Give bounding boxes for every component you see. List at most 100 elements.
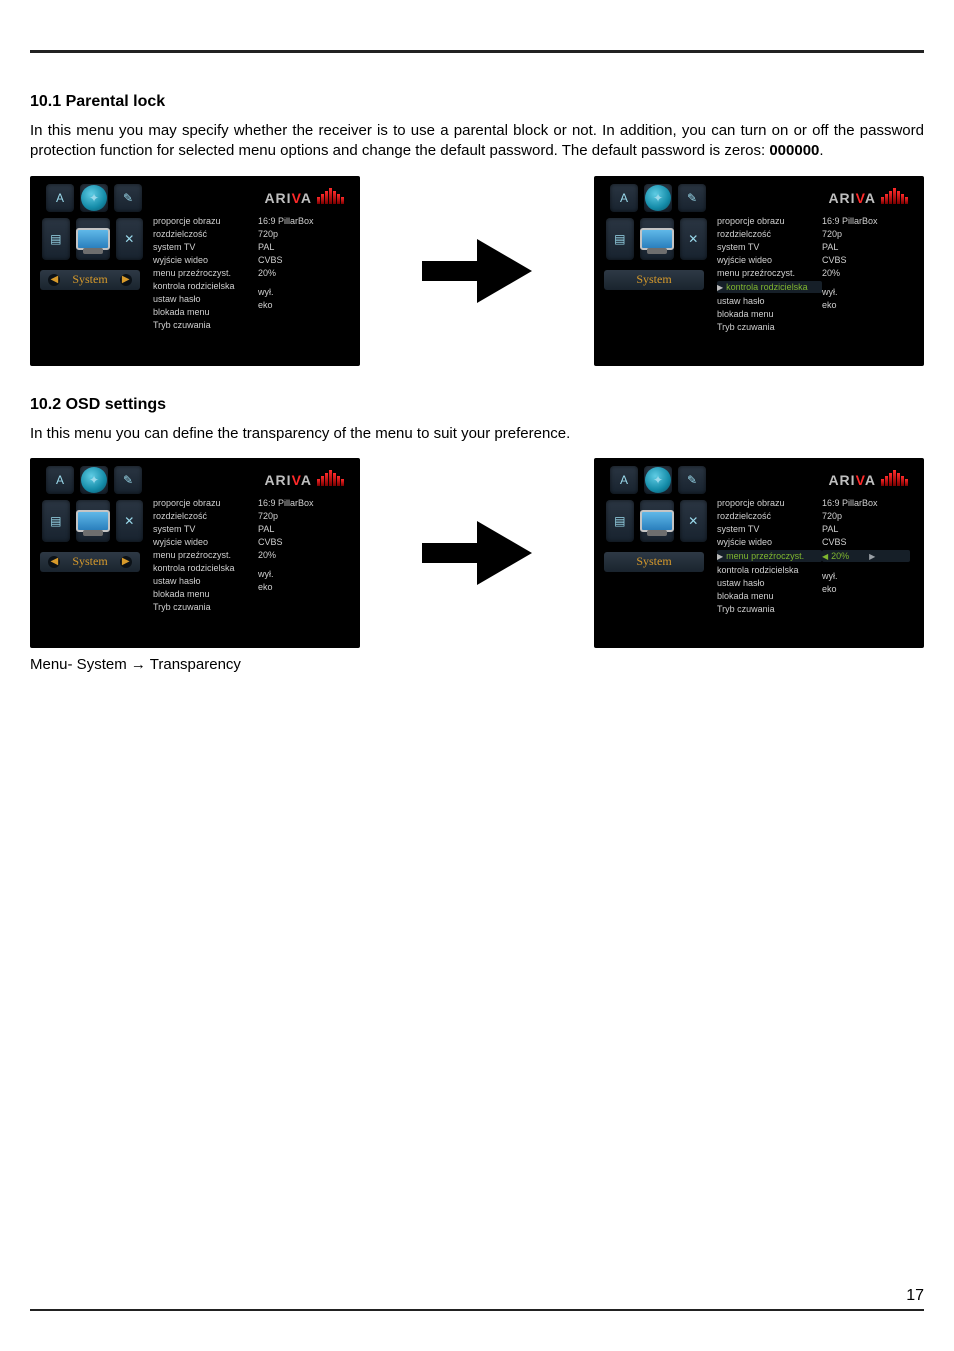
chev-left-icon[interactable]: ◀ bbox=[48, 274, 60, 286]
value-menulock: wył. bbox=[822, 287, 910, 297]
menu-tile-list-icon: ▤ bbox=[42, 218, 70, 260]
person-icon: ✦ bbox=[89, 191, 99, 205]
section-title-10-1: 10.1 Parental lock bbox=[30, 93, 924, 111]
monitor-icon bbox=[640, 510, 674, 532]
value-osd-selected[interactable]: ◀20%▶ bbox=[822, 550, 910, 562]
label-standby: Tryb czuwania bbox=[717, 604, 822, 614]
value-aspect: 16:9 PillarBox bbox=[258, 216, 346, 226]
crossed-tools-icon: ✕ bbox=[688, 232, 698, 246]
menu-labels-column: proporcje obrazu rozdzielczość system TV… bbox=[153, 216, 258, 354]
monitor-icon bbox=[76, 510, 110, 532]
ariva-logo: ARIVA bbox=[264, 188, 344, 206]
menu-tile-language-icon: A bbox=[46, 466, 74, 494]
screenshot-system-menu-right-10-1: ARIVA A ✦ ✎ ▤ ✕ System proporcje obrazu bbox=[594, 176, 924, 366]
label-menulock: blokada menu bbox=[153, 307, 258, 317]
language-icon: A bbox=[56, 191, 64, 205]
menu-settings-list: proporcje obrazu rozdzielczość system TV… bbox=[143, 466, 350, 640]
chev-right-icon[interactable]: ▶ bbox=[120, 274, 132, 286]
menu-tile-tools2-icon: ✕ bbox=[116, 218, 144, 260]
menu-tile-tools-icon: ✎ bbox=[114, 184, 142, 212]
label-menulock: blokada menu bbox=[717, 591, 822, 601]
value-aspect: 16:9 PillarBox bbox=[822, 216, 910, 226]
label-out: wyjście wideo bbox=[153, 255, 258, 265]
label-standby: Tryb czuwania bbox=[717, 322, 822, 332]
tools-icon: ✎ bbox=[123, 473, 133, 487]
system-tab[interactable]: ◀ System ▶ bbox=[40, 270, 140, 290]
label-aspect: proporcje obrazu bbox=[153, 216, 258, 226]
menu-tile-tools-icon: ✎ bbox=[678, 184, 706, 212]
menu-tile-list-icon: ▤ bbox=[606, 218, 634, 260]
value-standby: eko bbox=[258, 300, 346, 310]
page-top-rule bbox=[30, 50, 924, 53]
figure-breadcrumb-10-2: Menu- System → Transparency bbox=[30, 656, 924, 673]
menu-icon-grid: A ✦ ✎ ▤ ✕ ◀ System ▶ bbox=[40, 466, 143, 640]
page-bottom-rule bbox=[30, 1309, 924, 1311]
system-tab[interactable]: System bbox=[604, 552, 704, 572]
menu-settings-list: proporcje obrazu rozdzielczość system TV… bbox=[707, 466, 914, 640]
label-tv: system TV bbox=[717, 242, 822, 252]
ariva-logo-text: ARIVA bbox=[264, 190, 312, 206]
ariva-logo: ARIVA bbox=[828, 470, 908, 488]
list-icon: ▤ bbox=[614, 232, 625, 246]
value-menulock: wył. bbox=[258, 287, 346, 297]
menu-values-column: 16:9 PillarBox 720p PAL CVBS 20% wył. ek… bbox=[822, 216, 910, 354]
label-aspect: proporcje obrazu bbox=[717, 216, 822, 226]
label-res: rozdzielczość bbox=[717, 229, 822, 239]
label-setpw: ustaw hasło bbox=[717, 296, 822, 306]
section-10-1-text-suffix: . bbox=[819, 142, 823, 159]
menu-tile-tools2-icon: ✕ bbox=[680, 218, 708, 260]
crossed-tools-icon: ✕ bbox=[124, 514, 134, 528]
system-tab[interactable]: ◀ System ▶ bbox=[40, 552, 140, 572]
list-icon: ▤ bbox=[614, 514, 625, 528]
arrow-right-icon bbox=[402, 513, 552, 593]
value-out: CVBS bbox=[822, 537, 910, 547]
label-parental: kontrola rodzicielska bbox=[153, 563, 258, 573]
label-parental-selected[interactable]: ▶kontrola rodzicielska bbox=[717, 281, 822, 293]
arrow-right-icon bbox=[402, 231, 552, 311]
value-out: CVBS bbox=[822, 255, 910, 265]
label-out: wyjście wideo bbox=[717, 537, 822, 547]
value-arrow-left-icon[interactable]: ◀ bbox=[822, 552, 828, 561]
ariva-logo: ARIVA bbox=[264, 470, 344, 488]
list-icon: ▤ bbox=[50, 232, 61, 246]
menu-labels-column: proporcje obrazu rozdzielczość system TV… bbox=[153, 498, 258, 636]
label-standby: Tryb czuwania bbox=[153, 320, 258, 330]
value-arrow-right-icon[interactable]: ▶ bbox=[869, 552, 875, 561]
ariva-logo: ARIVA bbox=[828, 188, 908, 206]
value-tv: PAL bbox=[258, 524, 346, 534]
menu-tile-accessibility-icon: ✦ bbox=[644, 466, 672, 494]
label-tv: system TV bbox=[153, 524, 258, 534]
ariva-logo-bars bbox=[881, 470, 908, 486]
language-icon: A bbox=[56, 473, 64, 487]
chev-left-icon[interactable]: ◀ bbox=[48, 556, 60, 568]
value-osd: 20% bbox=[258, 550, 346, 560]
selection-arrow-icon: ▶ bbox=[717, 283, 723, 292]
value-tv: PAL bbox=[258, 242, 346, 252]
menu-labels-column: proporcje obrazu rozdzielczość system TV… bbox=[717, 216, 822, 354]
tools-icon: ✎ bbox=[687, 191, 697, 205]
value-standby: eko bbox=[258, 582, 346, 592]
menu-settings-list: proporcje obrazu rozdzielczość system TV… bbox=[143, 184, 350, 358]
menu-tile-tools2-icon: ✕ bbox=[680, 500, 708, 542]
menu-tile-accessibility-icon: ✦ bbox=[80, 184, 108, 212]
label-out: wyjście wideo bbox=[717, 255, 822, 265]
screenshot-system-menu-right-10-2: ARIVA A ✦ ✎ ▤ ✕ System proporcje obrazu bbox=[594, 458, 924, 648]
label-osd-selected[interactable]: ▶menu przeźroczyst. bbox=[717, 550, 822, 562]
screenshot-system-menu-left-10-1: ARIVA A ✦ ✎ ▤ ✕ ◀ System ▶ proporcje obr… bbox=[30, 176, 360, 366]
menu-icon-grid: A ✦ ✎ ▤ ✕ System bbox=[604, 184, 707, 358]
screenshot-system-menu-left-10-2: ARIVA A ✦ ✎ ▤ ✕ ◀ System ▶ proporcje obr… bbox=[30, 458, 360, 648]
value-res: 720p bbox=[258, 511, 346, 521]
label-aspect: proporcje obrazu bbox=[153, 498, 258, 508]
crossed-tools-icon: ✕ bbox=[124, 232, 134, 246]
section-10-2-paragraph: In this menu you can define the transpar… bbox=[30, 424, 924, 444]
chev-right-icon[interactable]: ▶ bbox=[120, 556, 132, 568]
label-standby: Tryb czuwania bbox=[153, 602, 258, 612]
person-icon: ✦ bbox=[653, 473, 663, 487]
label-menulock: blokada menu bbox=[153, 589, 258, 599]
tools-icon: ✎ bbox=[123, 191, 133, 205]
menu-tile-system-icon bbox=[640, 500, 674, 542]
system-tab[interactable]: System bbox=[604, 270, 704, 290]
monitor-icon bbox=[640, 228, 674, 250]
value-res: 720p bbox=[822, 511, 910, 521]
label-res: rozdzielczość bbox=[153, 229, 258, 239]
